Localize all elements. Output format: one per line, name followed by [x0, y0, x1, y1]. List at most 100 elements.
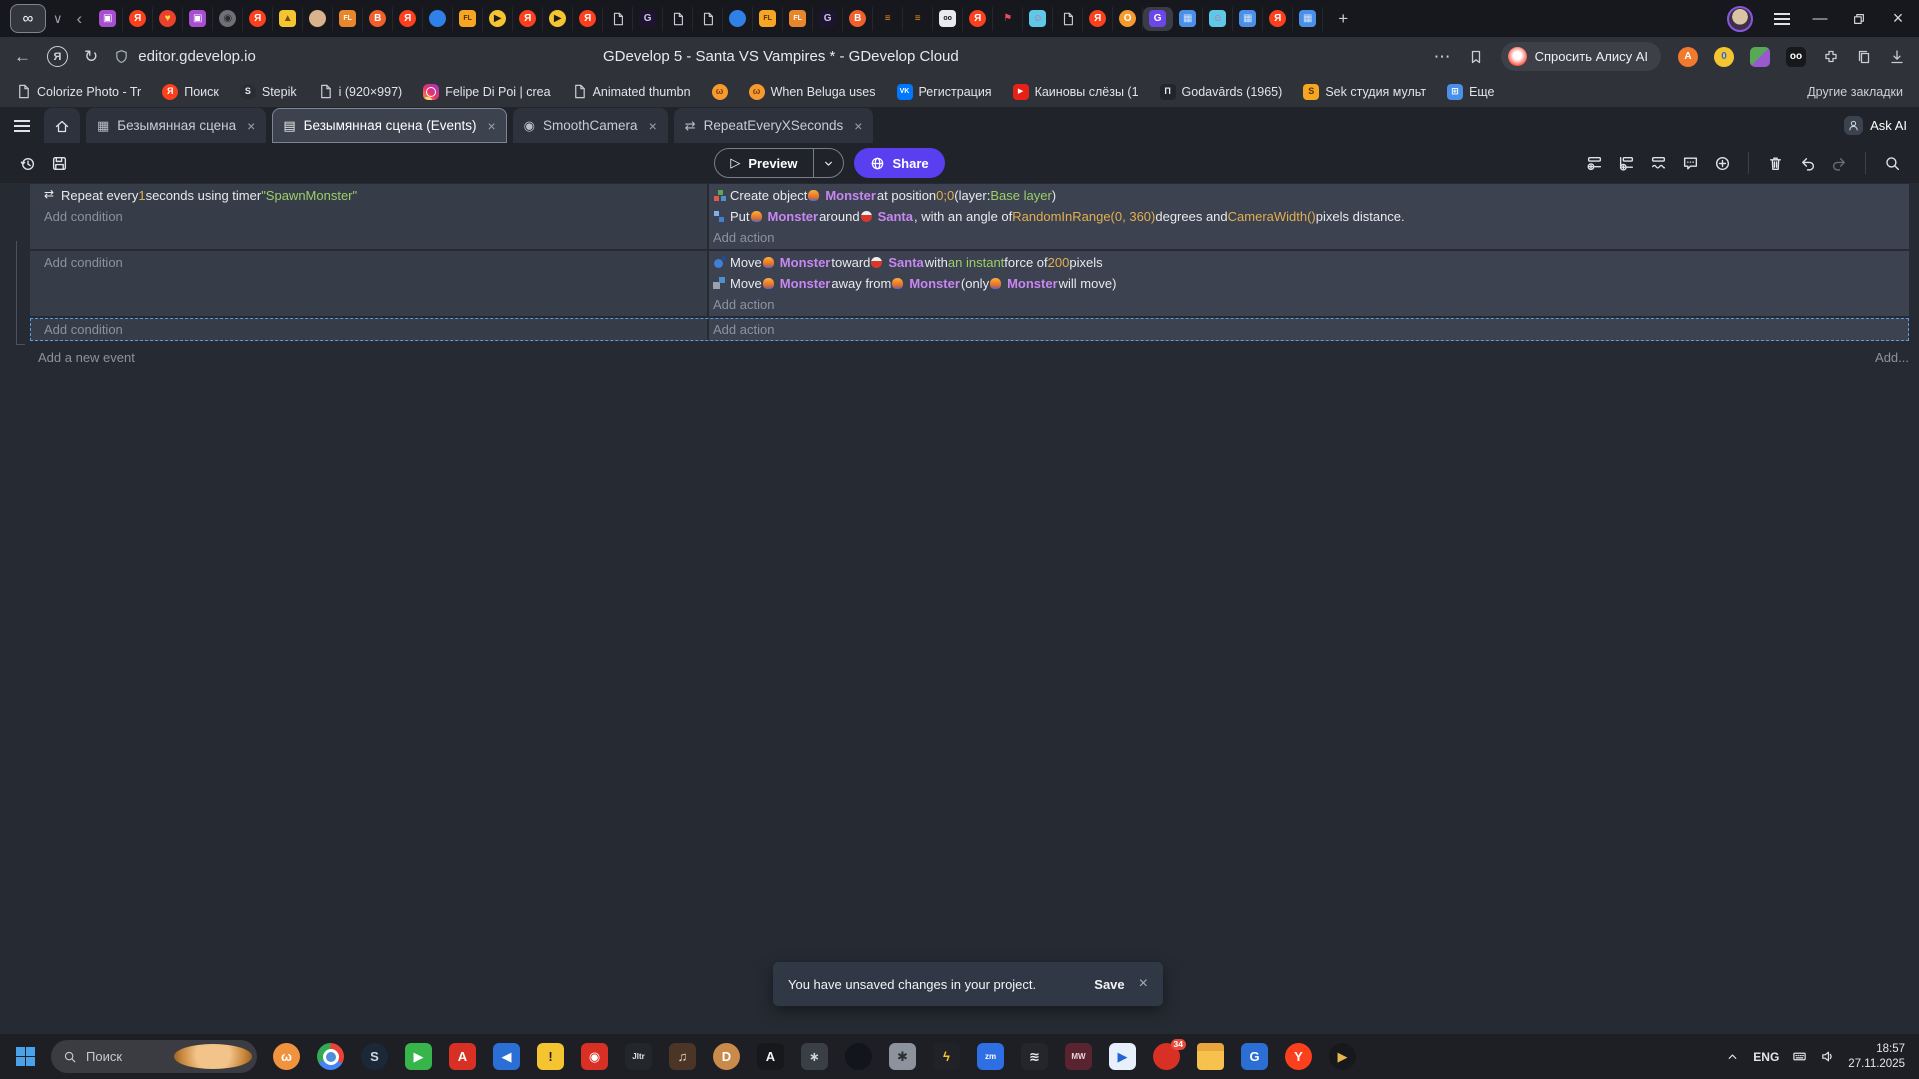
search-button[interactable]: [1879, 150, 1905, 176]
action-create-object[interactable]: Create object Monster at position 0;0 (l…: [713, 185, 1909, 206]
dog-app[interactable]: D: [713, 1043, 740, 1070]
browser-tab[interactable]: [603, 6, 634, 31]
browser-active-tab-chip[interactable]: ∞: [10, 4, 46, 33]
save-project-button[interactable]: [46, 150, 72, 176]
volume-icon[interactable]: [1820, 1049, 1835, 1064]
browser-tab[interactable]: ◉: [213, 6, 244, 31]
action-move-toward[interactable]: Move Monster toward Santa with an instan…: [713, 252, 1909, 273]
browser-tab[interactable]: ▦: [1293, 6, 1324, 31]
add-new-event-button[interactable]: Add a new event: [38, 350, 135, 365]
refresh-button[interactable]: ↻: [84, 47, 98, 67]
ask-alice-button[interactable]: Спросить Алису AI: [1500, 42, 1661, 71]
add-condition-button[interactable]: Add condition: [44, 319, 707, 340]
snackbar-close-icon[interactable]: ×: [1139, 975, 1148, 993]
bookmark-flag-icon[interactable]: [1468, 49, 1484, 65]
browser-tab[interactable]: B: [843, 6, 874, 31]
bookmark-item[interactable]: ▶ Каиновы слёзы (1: [1012, 83, 1139, 100]
version-history-button[interactable]: [14, 150, 40, 176]
close-tab-icon[interactable]: ×: [247, 118, 255, 134]
browser-tab[interactable]: ⚑: [993, 6, 1024, 31]
browser-tab[interactable]: G: [813, 6, 844, 31]
comment-button[interactable]: [1677, 150, 1703, 176]
browser-tab[interactable]: FL: [753, 6, 784, 31]
add-subevent-button[interactable]: [1613, 150, 1639, 176]
mw-app[interactable]: MW: [1065, 1043, 1092, 1070]
other-bookmarks-button[interactable]: Другие закладки: [1807, 85, 1903, 99]
jltr-app[interactable]: Jltr: [625, 1043, 652, 1070]
music-app[interactable]: ♫: [669, 1043, 696, 1070]
browser-tab[interactable]: Я: [573, 6, 604, 31]
badged-browser[interactable]: 34: [1153, 1039, 1186, 1070]
pet-app[interactable]: ω: [273, 1043, 300, 1070]
restore-button[interactable]: [1850, 10, 1868, 28]
browser-tab[interactable]: ☺: [1203, 6, 1234, 31]
close-button[interactable]: ×: [1889, 8, 1907, 28]
blue-arrow-app[interactable]: ◀: [493, 1043, 520, 1070]
preview-button[interactable]: ▷ Preview: [715, 149, 812, 177]
conditions-cell[interactable]: Repeat every 1 seconds using timer "Spaw…: [30, 184, 707, 249]
browser-tab[interactable]: ≡: [903, 6, 934, 31]
preview-options-chevron[interactable]: [814, 149, 843, 177]
close-tab-icon[interactable]: ×: [487, 118, 495, 134]
url-text[interactable]: editor.gdevelop.io: [138, 48, 256, 65]
extension-icon[interactable]: 0: [1714, 46, 1734, 67]
red-cam-app[interactable]: ◉: [581, 1043, 608, 1070]
site-security-shield-icon[interactable]: [114, 49, 129, 64]
action-put-around[interactable]: Put Monster around Santa, with an angle …: [713, 206, 1909, 227]
bookmark-item[interactable]: S Sek студия мульт: [1303, 83, 1426, 100]
browser-tab[interactable]: ▶: [543, 6, 574, 31]
bookmark-item[interactable]: i (920×997): [318, 84, 402, 99]
start-button[interactable]: [16, 1047, 35, 1066]
chrome[interactable]: [317, 1043, 344, 1070]
asterisk-app[interactable]: ∗: [801, 1043, 828, 1070]
taskbar-search[interactable]: Поиск: [51, 1040, 257, 1073]
browser-tab[interactable]: [663, 6, 694, 31]
gdevelop-home-tab[interactable]: [44, 108, 80, 143]
browser-tab[interactable]: ≡: [873, 6, 904, 31]
extensions-puzzle-icon[interactable]: [1823, 49, 1839, 65]
bookmark-item[interactable]: ω When Beluga uses: [748, 83, 876, 100]
browser-menu-button[interactable]: [1774, 17, 1790, 20]
browser-tab[interactable]: [693, 6, 724, 31]
add-other-button[interactable]: [1645, 150, 1671, 176]
browser-tab[interactable]: ▶: [483, 6, 514, 31]
tab-smoothcamera[interactable]: ◉ SmoothCamera ×: [512, 108, 668, 143]
red-a-app[interactable]: A: [449, 1043, 476, 1070]
browser-tab[interactable]: ▲: [273, 6, 304, 31]
event-row-selected[interactable]: Add condition Add action: [30, 318, 1909, 341]
condition-repeat-timer[interactable]: Repeat every 1 seconds using timer "Spaw…: [44, 185, 707, 206]
browser-tab[interactable]: G: [633, 6, 664, 31]
browser-tab[interactable]: [423, 6, 454, 31]
collections-icon[interactable]: [1856, 49, 1872, 65]
browser-tab[interactable]: ▦: [1173, 6, 1204, 31]
close-tab-icon[interactable]: ×: [854, 118, 862, 134]
hidden-icons-chevron[interactable]: [1725, 1049, 1740, 1064]
browser-tab[interactable]: Я: [123, 6, 154, 31]
conditions-cell[interactable]: Add condition: [30, 251, 707, 316]
bookmark-item[interactable]: Animated thumbn: [572, 84, 691, 99]
media-player[interactable]: ▶: [1329, 1043, 1356, 1070]
browser-tab[interactable]: oo: [933, 6, 964, 31]
add-condition-button[interactable]: Add condition: [44, 252, 707, 273]
browser-tab[interactable]: Я: [1083, 6, 1114, 31]
browser-tab[interactable]: ♥: [153, 6, 184, 31]
blue-play-app[interactable]: ▶: [1109, 1043, 1136, 1070]
extension-icon[interactable]: oo: [1786, 46, 1806, 67]
touch-keyboard-icon[interactable]: [1792, 1049, 1807, 1064]
bookmark-item[interactable]: S Stepik: [239, 83, 297, 100]
tab-scene-events[interactable]: ▤ Безымянная сцена (Events) ×: [272, 108, 507, 143]
browser-tab-active[interactable]: G: [1143, 6, 1174, 31]
tab-scroll-back-icon[interactable]: ‹: [70, 9, 90, 29]
bookmark-item[interactable]: П Godavārds (1965): [1159, 83, 1282, 100]
dark-circle-app[interactable]: [845, 1043, 872, 1070]
new-tab-button[interactable]: +: [1329, 5, 1357, 33]
add-action-button[interactable]: Add action: [713, 227, 1909, 248]
browser-tab[interactable]: ▣: [183, 6, 214, 31]
add-action-button[interactable]: Add action: [713, 294, 1909, 315]
bookmark-item[interactable]: Felipe Di Poi | crea: [423, 83, 551, 100]
language-indicator[interactable]: ENG: [1753, 1050, 1779, 1064]
browser-tab[interactable]: [1053, 6, 1084, 31]
share-button[interactable]: Share: [853, 148, 945, 178]
actions-cell[interactable]: Move Monster toward Santa with an instan…: [709, 251, 1909, 316]
dark-a-app[interactable]: A: [757, 1043, 784, 1070]
